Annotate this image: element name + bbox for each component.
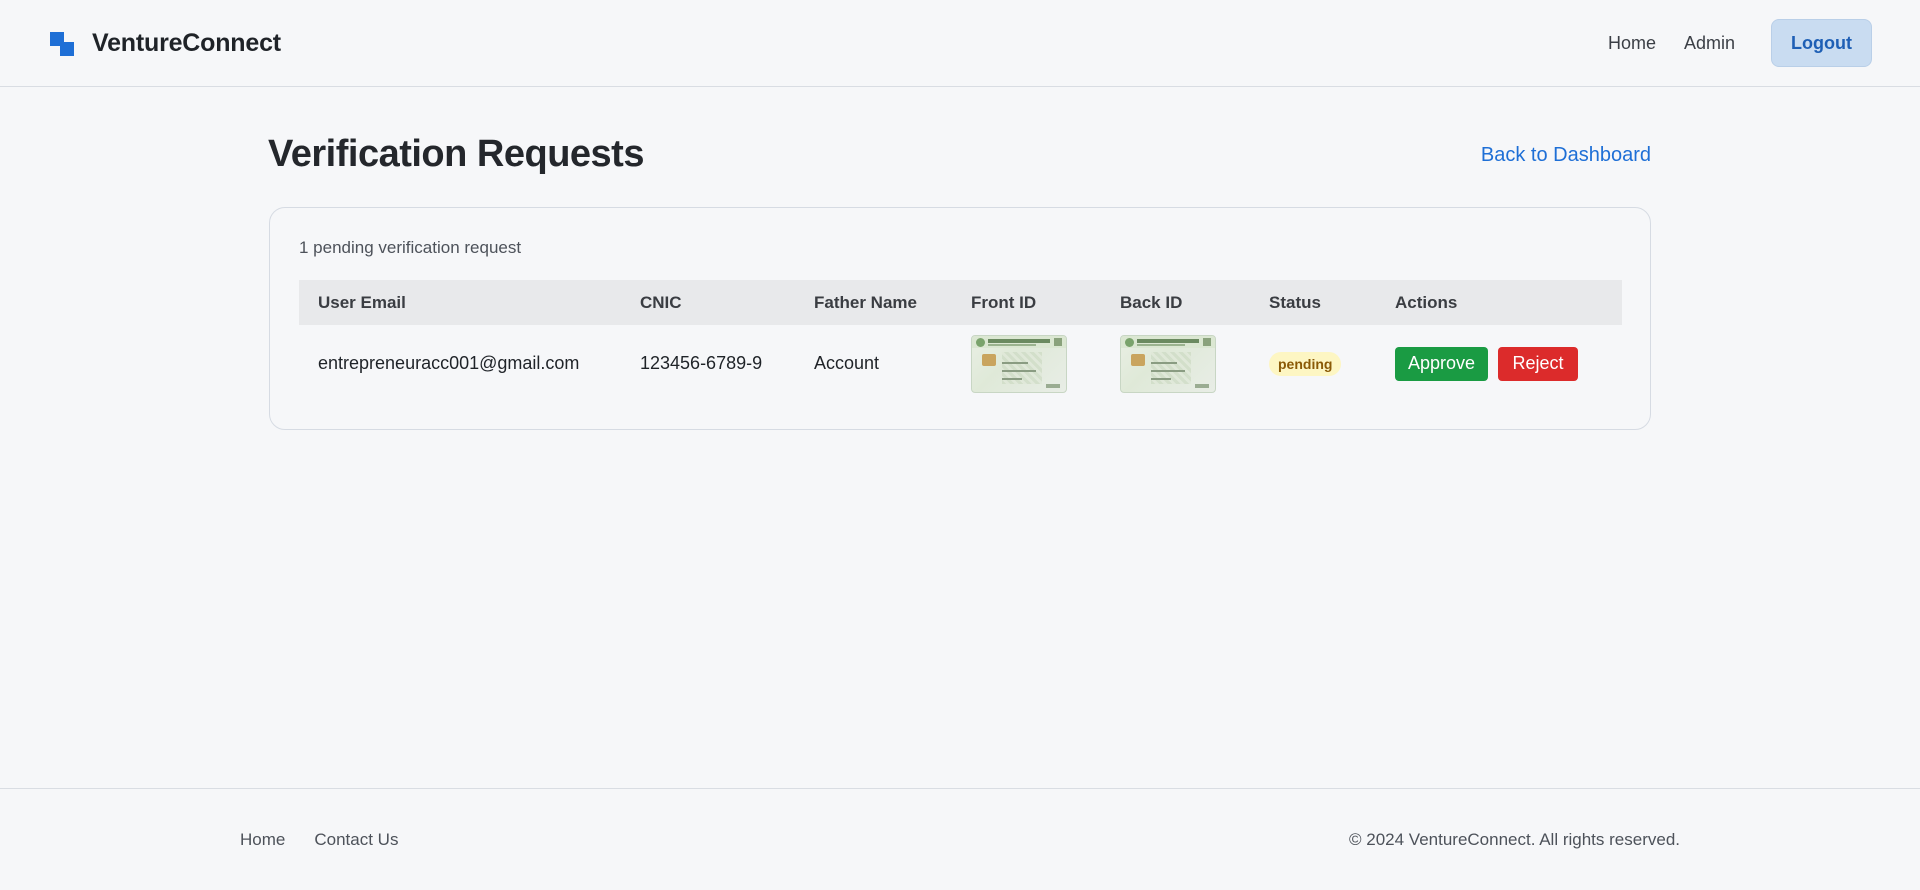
column-header-status: Status	[1269, 292, 1321, 312]
nav-home-link[interactable]: Home	[1608, 33, 1656, 54]
top-navbar: VentureConnect Home Admin Logout	[0, 0, 1920, 87]
page-title: Verification Requests	[268, 133, 644, 175]
column-header-father-name: Father Name	[814, 292, 917, 312]
logout-button[interactable]: Logout	[1771, 19, 1872, 67]
column-header-user-email: User Email	[318, 292, 406, 312]
table-row: entrepreneuracc001@gmail.com 123456-6789…	[299, 325, 1622, 402]
cell-status: pending	[1269, 351, 1395, 376]
column-header-front-id: Front ID	[971, 292, 1037, 312]
cell-father-name: Account	[814, 353, 880, 373]
front-id-image[interactable]	[971, 334, 1067, 393]
column-header-actions: Actions	[1395, 292, 1458, 312]
footer: Home Contact Us © 2024 VentureConnect. A…	[0, 788, 1920, 890]
footer-contact-link[interactable]: Contact Us	[314, 830, 398, 850]
footer-home-link[interactable]: Home	[240, 830, 285, 850]
nav-admin-link[interactable]: Admin	[1684, 33, 1735, 54]
reject-button[interactable]: Reject	[1498, 346, 1578, 381]
back-to-dashboard-link[interactable]: Back to Dashboard	[1481, 144, 1651, 167]
brand-name: VentureConnect	[92, 29, 281, 57]
column-header-cnic: CNIC	[640, 292, 682, 312]
cell-user-email: entrepreneuracc001@gmail.com	[318, 353, 580, 373]
status-badge: pending	[1269, 351, 1342, 376]
back-id-image[interactable]	[1120, 334, 1216, 393]
verification-requests-card: 1 pending verification request User Emai…	[269, 207, 1651, 430]
footer-links: Home Contact Us	[240, 830, 398, 850]
pending-count-text: 1 pending verification request	[299, 238, 522, 257]
cell-front-id	[971, 334, 1120, 393]
main-nav: Home Admin Logout	[1608, 19, 1872, 67]
cell-cnic: 123456-6789-9	[640, 353, 763, 373]
column-header-back-id: Back ID	[1120, 292, 1183, 312]
cell-actions: Approve Reject	[1395, 346, 1622, 381]
cell-back-id	[1120, 334, 1269, 393]
brand[interactable]: VentureConnect	[50, 29, 281, 58]
approve-button[interactable]: Approve	[1395, 346, 1488, 381]
logo-icon	[50, 31, 74, 56]
copyright-text: © 2024 VentureConnect. All rights reserv…	[1349, 830, 1680, 849]
verification-table: User Email CNIC Father Name Front ID Bac…	[299, 280, 1622, 402]
table-header: User Email CNIC Father Name Front ID Bac…	[299, 280, 1622, 325]
